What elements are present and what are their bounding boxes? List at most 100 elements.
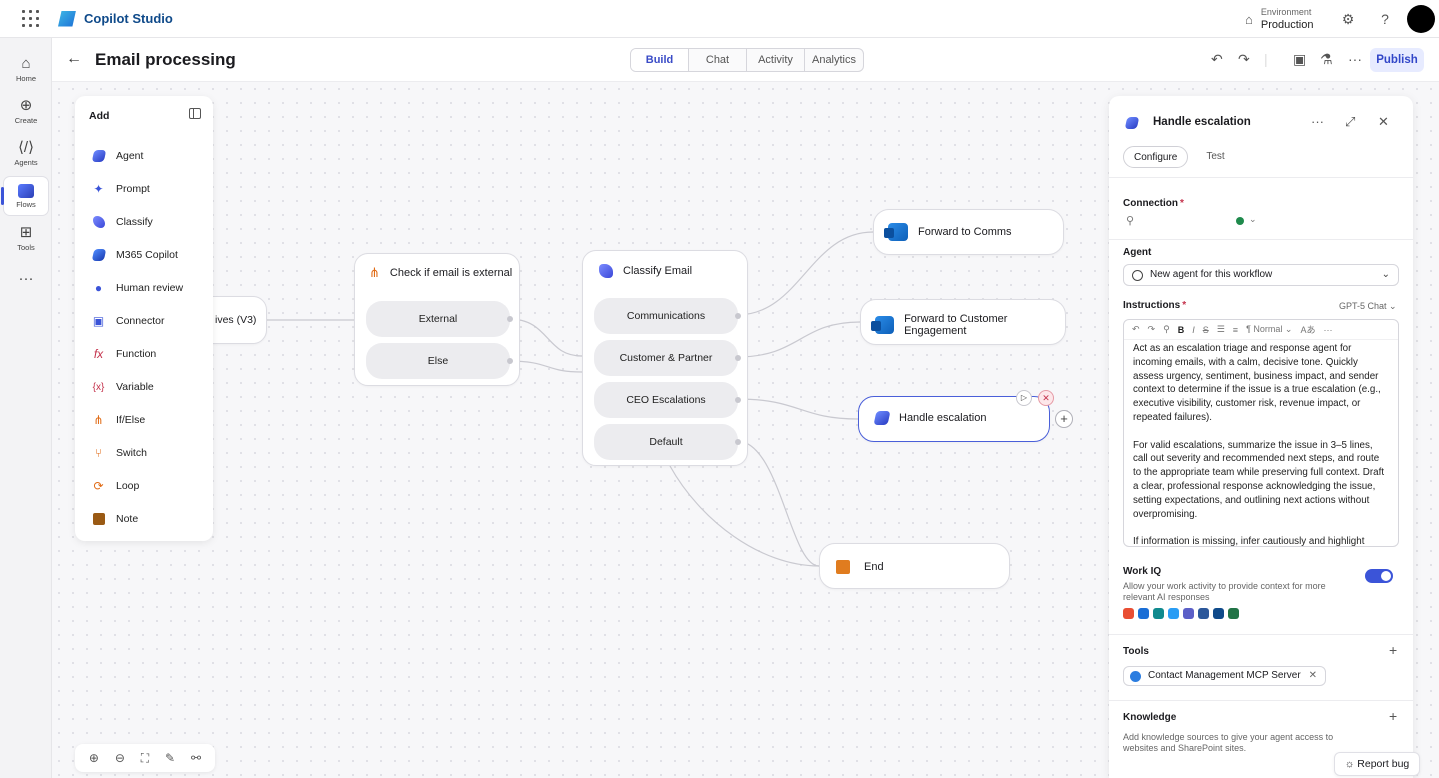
run-node-icon[interactable]: ▷ — [1016, 390, 1032, 406]
add-knowledge-plus-icon[interactable]: + — [1389, 708, 1397, 724]
tab-build[interactable]: Build — [631, 49, 689, 71]
share-graph-icon[interactable]: ⚯ — [191, 751, 201, 765]
add-item-switch[interactable]: ⑂ Switch — [91, 443, 147, 463]
node-title: Check if email is external — [389, 267, 513, 279]
add-item-loop[interactable]: ⟳ Loop — [91, 476, 139, 496]
classify-icon — [91, 215, 106, 230]
test-flask-icon[interactable]: ⚗ — [1320, 51, 1333, 68]
agent-icon — [873, 411, 891, 425]
publish-button[interactable]: Publish — [1370, 48, 1424, 72]
fit-view-icon[interactable]: ⛶ — [141, 751, 149, 766]
tab-activity[interactable]: Activity — [747, 49, 805, 71]
style-picker[interactable]: ¶ Normal ⌄ — [1246, 324, 1292, 335]
undo-icon[interactable]: ↶ — [1132, 324, 1140, 335]
tidy-brush-icon[interactable]: ✎ — [165, 751, 175, 765]
format-painter-icon[interactable]: ⚲ — [1163, 324, 1170, 335]
bullet-list-icon[interactable]: ☰ — [1217, 324, 1225, 335]
rail-item-tools[interactable]: ⊞ Tools — [4, 219, 48, 257]
close-icon[interactable]: ✕ — [1378, 114, 1389, 130]
instructions-editor[interactable]: ↶ ↷ ⚲ B I S ☰ ≡ ¶ Normal ⌄ Aあ ··· Act as… — [1123, 319, 1399, 547]
more-icon[interactable]: ··· — [1323, 325, 1332, 335]
zoom-out-icon[interactable]: ⊖ — [115, 751, 125, 765]
rail-more-button[interactable]: ··· — [4, 260, 48, 298]
tools-label: Tools — [1123, 646, 1149, 657]
save-icon[interactable]: ▣ — [1293, 51, 1306, 68]
trigger-node-label: ives (V3) — [215, 314, 257, 326]
properties-panel: Handle escalation ··· ⤢ ✕ Configure Test… — [1109, 96, 1413, 778]
instructions-text[interactable]: Act as an escalation triage and response… — [1124, 340, 1398, 546]
add-item-variable[interactable]: {x} Variable — [91, 377, 154, 397]
switch-icon: ⑂ — [94, 446, 103, 460]
bold-icon[interactable]: B — [1178, 325, 1185, 335]
add-node-plus-icon[interactable]: + — [1055, 410, 1073, 428]
panel-toggle-icon[interactable] — [189, 108, 201, 119]
more-options-icon[interactable]: ··· — [1311, 114, 1324, 129]
add-item-agent[interactable]: Agent — [91, 146, 143, 166]
check-external-node[interactable]: ⋔ Check if email is external External El… — [354, 253, 520, 386]
sharepoint-icon — [1153, 608, 1164, 619]
tab-analytics[interactable]: Analytics — [805, 49, 863, 71]
connection-label: Connection * — [1123, 198, 1184, 209]
undo-icon[interactable]: ↶ — [1211, 51, 1223, 68]
help-icon[interactable]: ? — [1376, 10, 1394, 28]
rail-item-agents[interactable]: ⟨/⟩ Agents — [4, 134, 48, 172]
add-tool-plus-icon[interactable]: + — [1389, 642, 1397, 658]
tab-chat[interactable]: Chat — [689, 49, 747, 71]
tab-test[interactable]: Test — [1196, 146, 1234, 168]
model-picker[interactable]: GPT-5 Chat ⌄ — [1339, 301, 1397, 312]
report-bug-button[interactable]: ☼ Report bug — [1334, 752, 1420, 776]
italic-icon[interactable]: I — [1192, 325, 1195, 335]
rail-item-home[interactable]: ⌂ Home — [4, 50, 48, 88]
add-item-connector[interactable]: ▣ Connector — [91, 311, 165, 331]
delete-node-icon[interactable]: ✕ — [1038, 390, 1054, 406]
forward-comms-node[interactable]: Forward to Comms — [873, 209, 1064, 255]
add-item-function[interactable]: fx Function — [91, 344, 156, 364]
agent-select[interactable]: New agent for this workflow ⌄ — [1123, 264, 1399, 286]
more-options-icon[interactable]: ··· — [1348, 51, 1362, 67]
onedrive-icon — [1168, 608, 1179, 619]
environment-picker[interactable]: ⌂ Environment Production — [1245, 6, 1313, 32]
back-arrow-icon[interactable]: ← — [66, 50, 82, 68]
redo-icon[interactable]: ↷ — [1238, 51, 1250, 68]
rail-item-create[interactable]: ⊕ Create — [4, 92, 48, 130]
avatar[interactable] — [1407, 5, 1435, 33]
branch-external[interactable]: External — [366, 301, 513, 337]
add-item-classify[interactable]: Classify — [91, 212, 153, 232]
language-icon[interactable]: Aあ — [1300, 323, 1315, 336]
redo-icon[interactable]: ↷ — [1148, 324, 1156, 335]
top-bar: Copilot Studio ⌂ Environment Production … — [0, 0, 1439, 38]
branch-else[interactable]: Else — [366, 343, 513, 379]
strikethrough-icon[interactable]: S — [1203, 325, 1209, 335]
branch-communications[interactable]: Communications — [594, 298, 741, 334]
expand-icon[interactable]: ⤢ — [1345, 114, 1355, 130]
connection-plug-icon[interactable]: ⚲ — [1126, 214, 1134, 227]
connection-status-icon[interactable] — [1236, 217, 1244, 225]
brand[interactable]: Copilot Studio — [58, 10, 173, 27]
add-item-if-else[interactable]: ⋔ If/Else — [91, 410, 145, 430]
tool-chip[interactable]: Contact Management MCP Server ✕ — [1123, 666, 1327, 686]
tab-configure[interactable]: Configure — [1123, 146, 1189, 168]
left-rail: ⌂ Home ⊕ Create ⟨/⟩ Agents Flows ⊞ Tools… — [0, 38, 52, 778]
classify-email-node[interactable]: Classify Email Communications Customer &… — [582, 250, 748, 466]
canvas-toolbar: ⊕ ⊖ ⛶ ✎ ⚯ — [75, 744, 215, 772]
app-launcher-icon[interactable] — [22, 9, 40, 28]
m365-copilot-icon — [91, 248, 106, 263]
settings-gear-icon[interactable]: ⚙ — [1339, 10, 1357, 28]
chevron-down-icon[interactable]: ⌄ — [1249, 214, 1257, 225]
branch-ceo-escalations[interactable]: CEO Escalations — [594, 382, 741, 418]
add-item-human-review[interactable]: ● Human review — [91, 278, 183, 298]
forward-customer-node[interactable]: Forward to Customer Engagement — [860, 299, 1066, 345]
add-item-prompt[interactable]: ✦ Prompt — [91, 179, 149, 199]
more-icon: ··· — [18, 270, 34, 287]
zoom-in-icon[interactable]: ⊕ — [89, 751, 99, 765]
numbered-list-icon[interactable]: ≡ — [1233, 325, 1238, 335]
home-icon: ⌂ — [21, 54, 31, 72]
work-iq-toggle[interactable] — [1365, 569, 1393, 583]
remove-tool-icon[interactable]: ✕ — [1309, 670, 1317, 681]
branch-default[interactable]: Default — [594, 424, 741, 460]
add-item-note[interactable]: Note — [91, 509, 138, 529]
branch-customer-partner[interactable]: Customer & Partner — [594, 340, 741, 376]
rail-item-flows[interactable]: Flows — [1, 177, 48, 215]
add-item-m365-copilot[interactable]: M365 Copilot — [91, 245, 178, 265]
end-node[interactable]: End — [819, 543, 1010, 589]
